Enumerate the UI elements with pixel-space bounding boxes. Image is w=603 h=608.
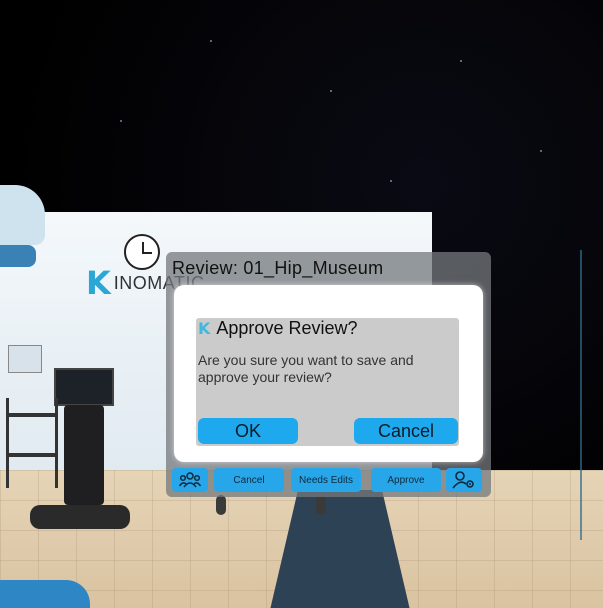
equipment-shelf <box>6 398 58 488</box>
star <box>540 150 542 152</box>
cancel-button[interactable]: Cancel <box>354 418 458 444</box>
equipment-base <box>30 505 130 529</box>
star <box>330 90 332 92</box>
monitor <box>54 368 114 406</box>
stanchion <box>316 495 326 515</box>
star <box>460 60 462 62</box>
stanchion <box>216 495 226 515</box>
star <box>390 180 392 182</box>
user-settings-icon <box>452 471 474 489</box>
group-button[interactable] <box>172 468 208 492</box>
star <box>120 120 122 122</box>
dialog-message: Are you sure you want to save and approv… <box>198 352 414 385</box>
dialog-title: Approve Review? <box>216 318 358 338</box>
glass-wall <box>580 250 603 540</box>
star <box>210 40 212 42</box>
logo-mark: K <box>86 264 111 302</box>
group-icon <box>179 472 201 488</box>
approve-button[interactable]: Approve <box>371 468 441 492</box>
needs-edits-button[interactable]: Needs Edits <box>291 468 361 492</box>
equipment-screen <box>8 345 42 373</box>
toolbar-cancel-button[interactable]: Cancel <box>214 468 284 492</box>
user-settings-button[interactable] <box>446 468 482 492</box>
equipment-stand <box>64 405 104 505</box>
review-title: Review: 01_Hip_Museum <box>172 258 384 278</box>
wall-lamp <box>0 245 36 267</box>
k-logo-icon: K <box>198 319 211 338</box>
dialog-header: K Approve Review? <box>198 318 357 339</box>
controller-object <box>0 580 90 608</box>
ok-button[interactable]: OK <box>198 418 298 444</box>
